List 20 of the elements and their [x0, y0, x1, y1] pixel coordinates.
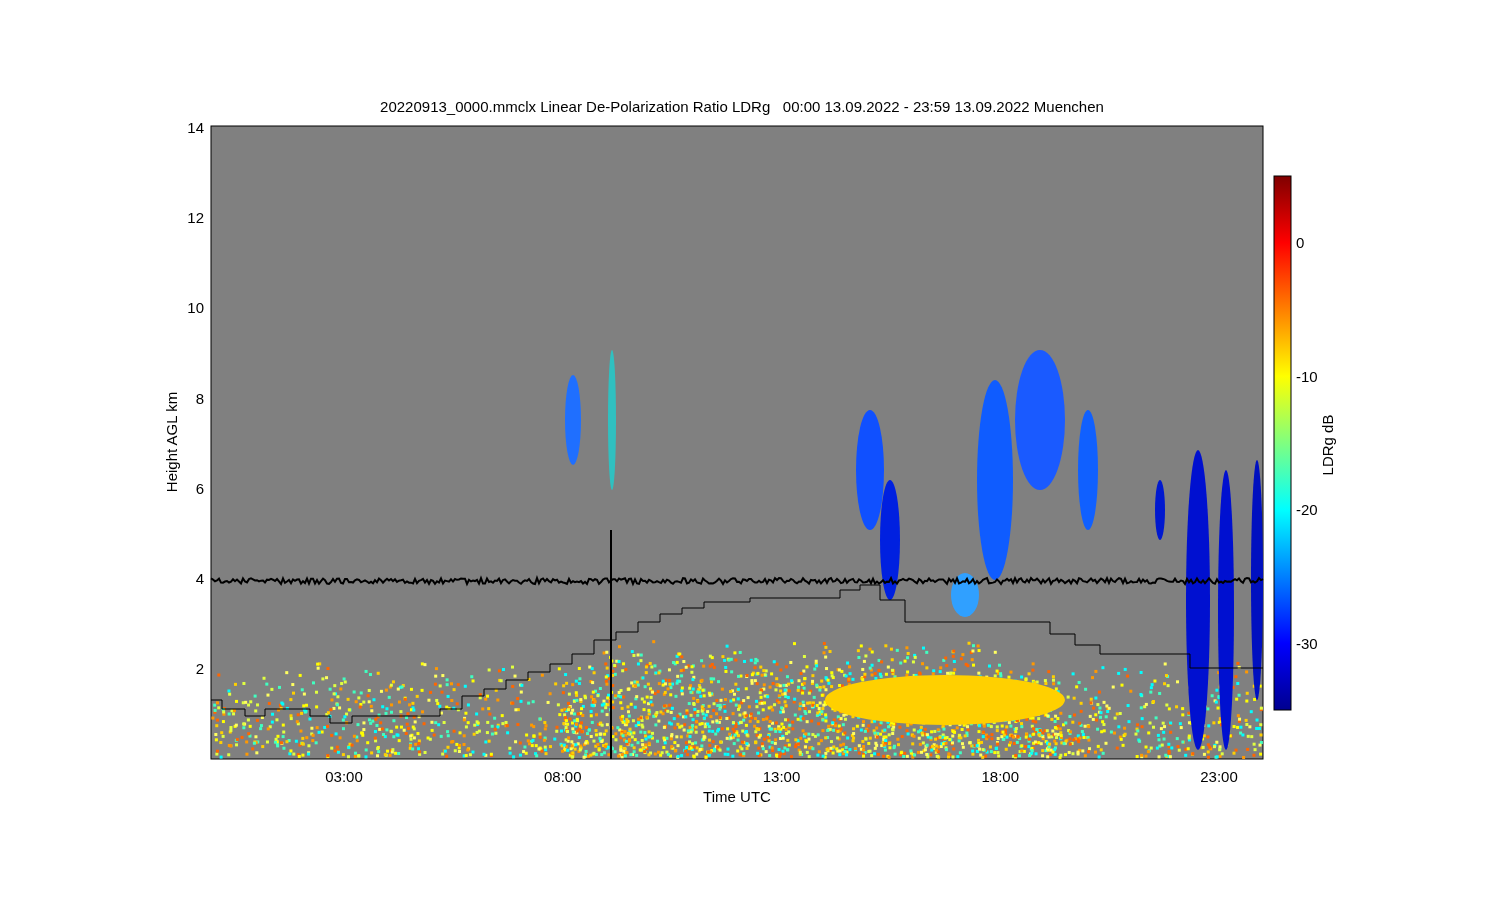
x-tick-label: 23:00: [1200, 768, 1238, 785]
y-tick-label: 2: [195, 660, 204, 678]
x-tick-label: 08:00: [544, 768, 582, 785]
y-tick-label: 8: [195, 389, 204, 407]
chart-title: 20220913_0000.mmclx Linear De-Polarization Ratio LDRg 00:00 13.09.2022 - 23:59 13.09.2022 Muenchen: [380, 98, 1104, 115]
colorbar-label: LDRg dB: [1319, 414, 1336, 476]
x-tick-label: 03:00: [325, 768, 363, 785]
x-axis-label: Time UTC: [703, 788, 771, 805]
y-tick-label: 12: [187, 209, 204, 227]
x-tick-label: 18:00: [981, 768, 1019, 785]
colorbar-tick-label: -10: [1296, 367, 1318, 385]
x-tick-label: 13:00: [762, 768, 801, 785]
y-tick-label: 10: [187, 299, 204, 317]
colorbar-tick-label: -20: [1296, 501, 1318, 519]
colorbar-tick-label: -30: [1296, 635, 1318, 653]
y-tick-label: 6: [195, 479, 204, 497]
y-axis-label: Height AGL km: [163, 391, 180, 493]
y-tick-label: 4: [195, 570, 204, 587]
y-tick-label: 14: [187, 119, 204, 136]
colorbar-tick-label: 0: [1296, 234, 1305, 251]
